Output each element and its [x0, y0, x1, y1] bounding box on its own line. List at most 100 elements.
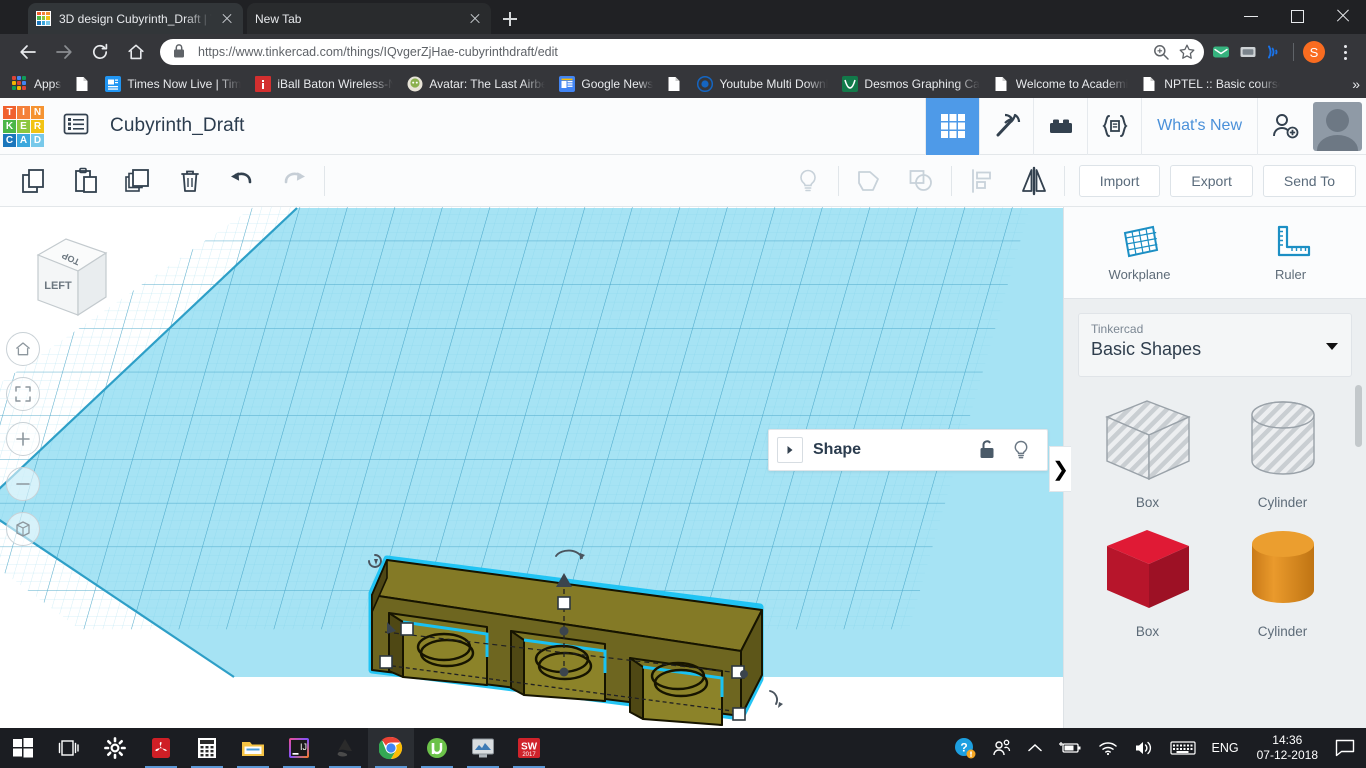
wifi-icon[interactable]	[1090, 728, 1126, 768]
volume-icon[interactable]	[1126, 728, 1162, 768]
close-icon[interactable]	[1320, 0, 1366, 32]
action-center-icon[interactable]	[1328, 728, 1362, 768]
profile-avatar[interactable]: S	[1303, 41, 1325, 63]
star-icon[interactable]	[1178, 43, 1196, 61]
show-hidden-icons-chevron[interactable]	[1020, 728, 1050, 768]
mirror-icon[interactable]	[1008, 155, 1060, 207]
list-menu-icon[interactable]	[62, 110, 94, 142]
align-icon[interactable]	[956, 155, 1008, 207]
user-avatar[interactable]	[1313, 101, 1362, 151]
bookmark-item[interactable]: Youtube Multi Downl	[691, 73, 834, 95]
ungroup-icon[interactable]	[895, 155, 947, 207]
add-person-icon[interactable]	[1257, 97, 1311, 155]
send-to-button[interactable]: Send To	[1262, 164, 1356, 197]
clock[interactable]: 14:36 07-12-2018	[1247, 733, 1328, 763]
redo-icon[interactable]	[268, 155, 320, 207]
back-arrow-icon[interactable]	[10, 38, 46, 66]
bookmark-item[interactable]	[69, 73, 97, 95]
browser-tab-active[interactable]: 3D design Cubyrinth_Draft | Tink	[28, 3, 243, 34]
zoom-in-icon[interactable]	[6, 422, 40, 456]
sidebar-item-workplane[interactable]: Workplane	[1064, 207, 1215, 298]
adobe-acrobat-icon[interactable]	[138, 728, 184, 768]
shape-library-select[interactable]: Tinkercad Basic Shapes	[1078, 313, 1352, 377]
sidebar-scrollbar-thumb[interactable]	[1355, 385, 1362, 447]
bookmark-item[interactable]: Times Now Live | Tim	[99, 73, 247, 95]
sidebar-item-ruler[interactable]: Ruler	[1215, 207, 1366, 298]
reload-icon[interactable]	[82, 38, 118, 66]
shape-item-cylinder-solid[interactable]: Cylinder	[1215, 520, 1350, 639]
help-question-icon[interactable]: ?	[946, 728, 984, 768]
shape-item-box-solid[interactable]: Box	[1080, 520, 1215, 639]
address-bar[interactable]: https://www.tinkercad.com/things/IQvgerZ…	[160, 39, 1204, 65]
import-button[interactable]: Import	[1078, 164, 1161, 197]
tinkercad-logo[interactable]: T I N K E R C A D	[3, 105, 44, 147]
home-view-icon[interactable]	[6, 332, 40, 366]
group-icon[interactable]	[843, 155, 895, 207]
close-icon[interactable]	[467, 11, 483, 27]
bookmark-item[interactable]: Desmos Graphing Ca	[836, 73, 985, 95]
bookmark-item[interactable]: iBall Baton Wireless-N	[249, 73, 399, 95]
bookmark-item[interactable]: Welcome to Academi	[988, 73, 1135, 95]
inkscape-icon[interactable]	[322, 728, 368, 768]
people-icon[interactable]	[984, 728, 1020, 768]
zoom-out-icon[interactable]	[6, 467, 40, 501]
lightbulb-hint-icon[interactable]	[782, 155, 834, 207]
brick-icon[interactable]	[1033, 97, 1087, 155]
task-view-icon[interactable]	[46, 728, 92, 768]
bookmark-apps[interactable]: Apps	[6, 73, 67, 95]
delete-icon[interactable]	[164, 155, 216, 207]
browser-tab-new[interactable]: New Tab	[247, 3, 491, 34]
duplicate-icon[interactable]	[112, 155, 164, 207]
shape-label: Box	[1135, 495, 1160, 510]
cast-extension-icon[interactable]	[1266, 43, 1284, 61]
close-icon[interactable]	[219, 11, 235, 27]
unlocked-padlock-icon[interactable]	[977, 439, 997, 461]
pickaxe-icon[interactable]	[979, 97, 1033, 155]
bookmarks-overflow-button[interactable]: »	[1352, 76, 1360, 92]
google-chrome-icon[interactable]	[368, 728, 414, 768]
home-icon[interactable]	[118, 38, 154, 66]
view-cube[interactable]: TOP LEFT	[18, 225, 113, 325]
keyboard-icon[interactable]	[1162, 728, 1204, 768]
bookmark-item[interactable]	[661, 73, 689, 95]
mail-extension-icon[interactable]	[1212, 43, 1230, 61]
expand-triangle-icon[interactable]	[777, 437, 803, 463]
perspective-toggle-icon[interactable]	[6, 512, 40, 546]
lightbulb-icon[interactable]	[1011, 439, 1031, 461]
magnifier-icon[interactable]	[1152, 43, 1170, 61]
extension-icons: S	[1212, 41, 1362, 63]
settings-gear-icon[interactable]	[92, 728, 138, 768]
solidworks-icon[interactable]: SW 2017	[506, 728, 552, 768]
fit-to-view-icon[interactable]	[6, 377, 40, 411]
language-indicator[interactable]: ENG	[1204, 741, 1247, 755]
maximize-icon[interactable]	[1274, 0, 1320, 32]
minimize-icon[interactable]	[1228, 0, 1274, 32]
undo-icon[interactable]	[216, 155, 268, 207]
file-explorer-icon[interactable]	[230, 728, 276, 768]
3d-canvas[interactable]: TOP LEFT Shape	[0, 207, 1063, 728]
utorrent-icon[interactable]	[414, 728, 460, 768]
paste-icon[interactable]	[60, 155, 112, 207]
media-app-icon[interactable]	[460, 728, 506, 768]
bookmark-item[interactable]: Google News	[553, 73, 659, 95]
shape-item-box-hole[interactable]: Box	[1080, 391, 1215, 510]
adblock-extension-icon[interactable]	[1239, 43, 1257, 61]
codeblocks-icon[interactable]	[1087, 97, 1141, 155]
bookmark-item[interactable]: NPTEL :: Basic course	[1136, 73, 1286, 95]
grid-view-icon[interactable]	[925, 97, 980, 155]
bookmark-item[interactable]: Avatar: The Last Airbe	[401, 73, 551, 95]
shape-item-cylinder-hole[interactable]: Cylinder	[1215, 391, 1350, 510]
forward-arrow-icon[interactable]	[46, 38, 82, 66]
start-button-icon[interactable]	[0, 728, 46, 768]
new-tab-button[interactable]	[497, 6, 523, 32]
page-title[interactable]: Cubyrinth_Draft	[110, 115, 245, 137]
calculator-icon[interactable]	[184, 728, 230, 768]
panel-collapse-chevron[interactable]: ❯	[1049, 446, 1071, 492]
chrome-menu-icon[interactable]	[1334, 41, 1356, 63]
sidebar-tools: Workplane Ruler	[1064, 207, 1366, 299]
battery-icon[interactable]	[1050, 728, 1090, 768]
whats-new-link[interactable]: What's New	[1141, 97, 1257, 155]
intellij-idea-icon[interactable]: IJ	[276, 728, 322, 768]
export-button[interactable]: Export	[1170, 164, 1253, 197]
copy-icon[interactable]	[8, 155, 60, 207]
